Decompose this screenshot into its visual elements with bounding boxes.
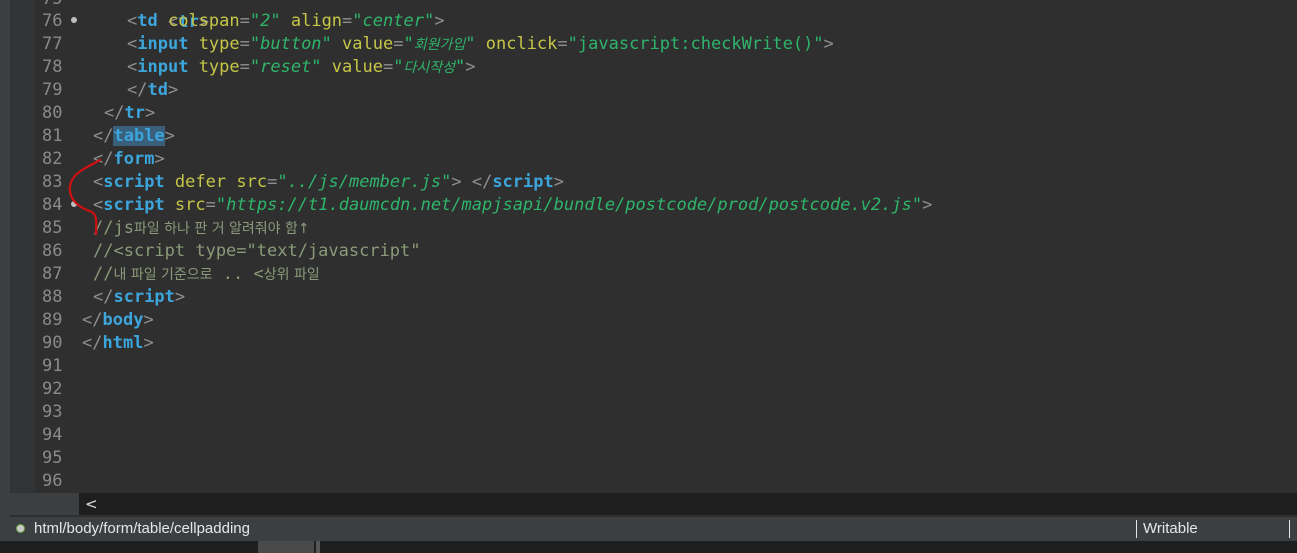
gutter-bottom xyxy=(10,493,79,515)
line-number: 80 xyxy=(42,103,63,123)
code-line: <script defer src="../js/member.js"> </s… xyxy=(93,172,564,192)
scroll-left-icon[interactable]: < xyxy=(85,493,98,515)
line-number: 82 xyxy=(42,149,63,169)
write-mode-indicator[interactable]: Writable xyxy=(1143,517,1198,541)
code-line: </script> xyxy=(93,287,186,307)
code-line: <td colspan="2" align="center"> xyxy=(127,11,445,31)
annotation-ruler xyxy=(10,0,35,493)
code-line: //<script type="text/javascript" xyxy=(93,241,421,261)
fold-marker-icon[interactable] xyxy=(71,17,77,23)
line-number: 92 xyxy=(42,379,63,399)
bottom-tab-edge xyxy=(316,541,320,553)
code-line: </html> xyxy=(82,333,154,353)
code-line: </body> xyxy=(82,310,154,330)
line-number: 90 xyxy=(42,333,63,353)
line-number: 96 xyxy=(42,471,63,491)
line-number: 95 xyxy=(42,448,63,468)
code-line: </td> xyxy=(127,80,179,100)
code-line: </tr> xyxy=(104,103,156,123)
left-panel-edge xyxy=(0,0,10,517)
line-number: 94 xyxy=(42,425,63,445)
horizontal-scrollbar[interactable]: < xyxy=(79,493,1297,515)
line-number: 93 xyxy=(42,402,63,422)
taskbar-strip xyxy=(0,541,1297,553)
code-editor[interactable]: <tr> <td colspan="2" align="center"> <in… xyxy=(79,0,1297,493)
line-number: 81 xyxy=(42,126,63,146)
code-line: </table> xyxy=(93,126,175,146)
element-path[interactable]: html/body/form/table/cellpadding xyxy=(34,517,250,541)
line-number: 83 xyxy=(42,172,63,192)
element-path-icon xyxy=(16,524,25,533)
line-number: 79 xyxy=(42,80,63,100)
line-number: 84 xyxy=(42,195,63,215)
status-divider xyxy=(1136,520,1137,538)
line-number: 88 xyxy=(42,287,63,307)
line-number: 78 xyxy=(42,57,63,77)
code-line: <input type="reset" value="다시작성"> xyxy=(127,57,476,77)
code-line: <script src="https://t1.daumcdn.net/mapj… xyxy=(93,195,933,215)
status-bar: html/body/form/table/cellpadding Writabl… xyxy=(0,517,1297,541)
code-line: <input type="button" value="회원가입" onclic… xyxy=(127,34,834,54)
line-number: 86 xyxy=(42,241,63,261)
line-number: 87 xyxy=(42,264,63,284)
status-divider xyxy=(1289,520,1290,538)
line-number: 76 xyxy=(42,11,63,31)
bottom-tab[interactable] xyxy=(258,541,314,553)
code-line: </form> xyxy=(93,149,165,169)
code-line: //내 파일 기준으로 .. <상위 파일 xyxy=(93,264,320,284)
line-number: 85 xyxy=(42,218,63,238)
line-number: 77 xyxy=(42,34,63,54)
line-number: 91 xyxy=(42,356,63,376)
line-number: 89 xyxy=(42,310,63,330)
code-line: //js파일 하나 판 거 알려줘야 함↑ xyxy=(93,218,310,238)
fold-marker-icon[interactable] xyxy=(71,201,77,207)
